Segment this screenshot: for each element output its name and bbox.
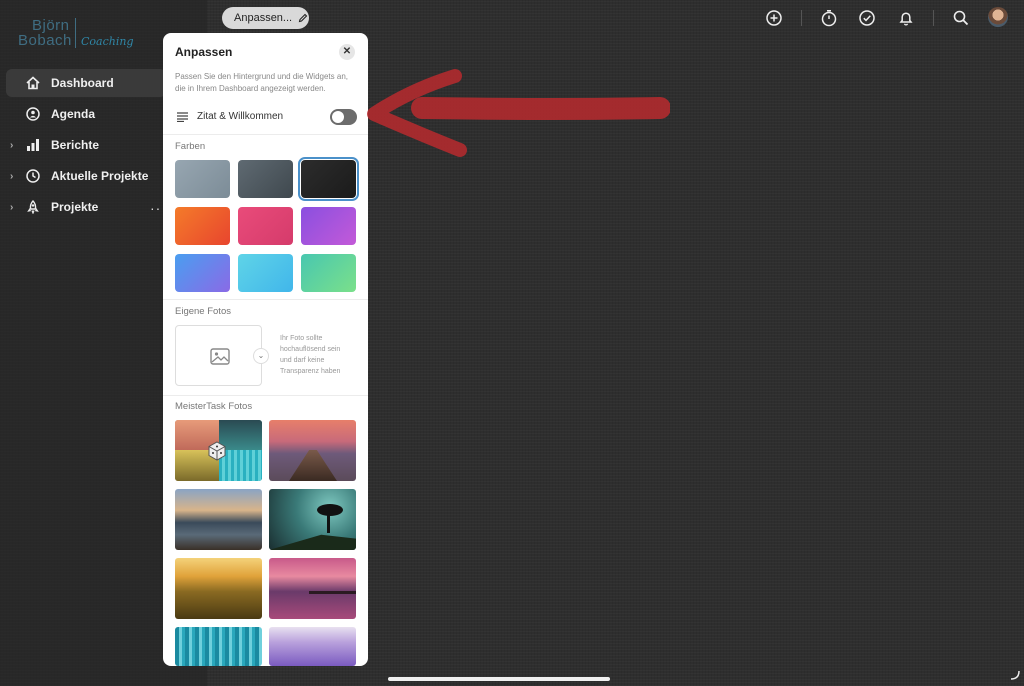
customize-panel: Anpassen ✕ Passen Sie den Hintergrund un… (163, 33, 368, 666)
meistertask-photos-heading: MeisterTask Fotos (175, 401, 253, 412)
logo-line2: Bobach (18, 32, 72, 49)
sidebar-item-label: Projekte (51, 200, 99, 214)
color-swatch[interactable] (238, 207, 293, 245)
logo: Björn Bobach Coaching (18, 18, 138, 54)
color-swatch[interactable] (301, 254, 356, 292)
bar-chart-icon (27, 139, 39, 151)
color-swatch[interactable] (175, 160, 230, 198)
dice-icon[interactable] (207, 441, 227, 461)
pencil-icon (298, 13, 308, 23)
sidebar-item-projekte[interactable]: › Projekte (6, 193, 166, 221)
timer-icon[interactable] (820, 9, 838, 27)
color-swatch[interactable] (298, 157, 359, 201)
photo-lavender[interactable] (269, 627, 356, 666)
sidebar-item-agenda[interactable]: Agenda (6, 100, 166, 128)
own-photos-heading: Eigene Fotos (175, 306, 231, 317)
colors-heading: Farben (175, 141, 206, 152)
avatar[interactable] (988, 7, 1008, 27)
photo-tree-silhouette[interactable] (269, 489, 356, 550)
image-icon (210, 348, 230, 365)
chevron-down-icon[interactable]: ⌄ (253, 348, 269, 364)
photo-mountain-lake[interactable] (175, 489, 262, 550)
bell-icon[interactable] (897, 9, 915, 27)
sidebar-item-label: Berichte (51, 138, 100, 152)
home-indicator (388, 677, 610, 681)
quote-toggle-label: Zitat & Willkommen (197, 111, 284, 122)
sidebar-item-aktuelle-projekte[interactable]: › Aktuelle Projekte (6, 162, 166, 190)
home-icon (26, 76, 40, 90)
annotation-arrow (367, 69, 670, 157)
photo-pier-sunset[interactable] (269, 420, 356, 481)
chevron-right-icon[interactable]: › (10, 171, 13, 182)
color-swatch[interactable] (301, 207, 356, 245)
customize-label: Anpassen... (234, 12, 293, 24)
sidebar-item-dashboard[interactable]: Dashboard (6, 69, 166, 97)
photo-forest-blue[interactable] (175, 627, 262, 666)
upload-hint: Ihr Foto sollte hochauflösend sein und d… (280, 335, 341, 375)
quote-toggle-switch[interactable] (330, 109, 357, 125)
quote-toggle-row: Zitat & Willkommen (175, 109, 357, 127)
resize-corner-icon (1010, 670, 1020, 680)
clock-icon (26, 169, 40, 183)
customize-button[interactable]: Anpassen... (222, 7, 309, 29)
logo-line1: Björn (32, 17, 70, 34)
sidebar-item-berichte[interactable]: › Berichte (6, 131, 166, 159)
color-swatch[interactable] (175, 207, 230, 245)
add-icon[interactable] (765, 9, 783, 27)
sidebar-item-label: Aktuelle Projekte (51, 169, 149, 183)
rocket-icon (27, 200, 39, 214)
panel-title: Anpassen (175, 45, 233, 59)
check-icon[interactable] (858, 9, 876, 27)
photo-pier-purple[interactable] (269, 558, 356, 619)
photo-upload-area[interactable] (175, 325, 262, 386)
sidebar-item-label: Dashboard (51, 76, 114, 90)
photo-wheat-field[interactable] (175, 558, 262, 619)
color-swatch[interactable] (238, 254, 293, 292)
chevron-right-icon[interactable]: › (10, 202, 13, 213)
sidebar-item-label: Agenda (51, 107, 96, 121)
close-button[interactable]: ✕ (339, 44, 355, 60)
logo-tagline: Coaching (81, 35, 134, 48)
agenda-icon (26, 107, 40, 121)
text-lines-icon (177, 112, 188, 122)
color-swatch[interactable] (238, 160, 293, 198)
color-swatch[interactable] (175, 254, 230, 292)
chevron-right-icon[interactable]: › (10, 140, 13, 151)
search-icon[interactable] (952, 9, 970, 27)
panel-description: Passen Sie den Hintergrund und die Widge… (175, 72, 348, 93)
